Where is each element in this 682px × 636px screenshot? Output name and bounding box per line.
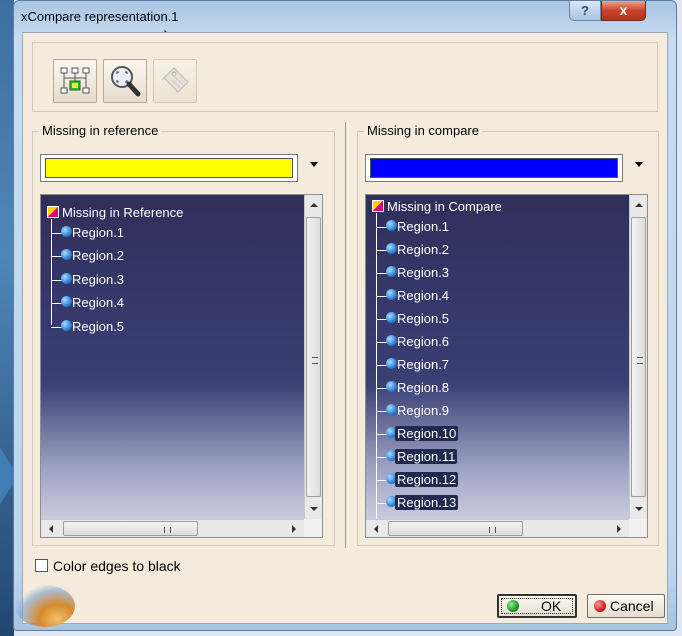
scroll-thumb[interactable]: III [63, 521, 198, 536]
scroll-thumb[interactable] [631, 217, 646, 497]
tree-structure-icon [60, 67, 90, 94]
scroll-right-icon[interactable] [617, 525, 621, 533]
grip-icon [637, 357, 643, 364]
reference-color-fill [45, 158, 293, 178]
tree-item-label: Region.10 [395, 426, 459, 441]
tree-item-label: Region.5 [72, 318, 125, 334]
ok-button[interactable]: OK [497, 594, 577, 618]
horizontal-scrollbar[interactable]: III [366, 519, 629, 537]
scroll-corner [304, 519, 322, 537]
scroll-thumb[interactable] [306, 217, 321, 497]
scroll-left-icon[interactable] [374, 525, 378, 533]
cancel-label: Cancel [610, 598, 654, 614]
grip-icon [312, 357, 318, 364]
missing-in-compare-tree[interactable]: Missing in Compare Region.1 Region.2 Regio… [365, 194, 648, 538]
grip-icon: III [489, 527, 496, 533]
chevron-down-icon[interactable] [635, 162, 643, 167]
tree-item-label: Region.3 [397, 265, 450, 280]
desktop-background [0, 0, 14, 636]
close-button[interactable]: x [601, 1, 646, 21]
tree-item-label: Region.5 [397, 311, 450, 326]
window-title: xCompare representation.1 [21, 9, 179, 24]
tree-item-label: Region.12 [395, 472, 459, 487]
missing-in-compare-group: Missing in compare Missing in Compare Re… [357, 123, 659, 546]
tree-item-label: Region.13 [395, 495, 459, 510]
missing-in-reference-group: Missing in reference Missing in Referenc… [32, 123, 335, 546]
ok-status-icon [507, 600, 519, 612]
help-button[interactable]: ? [569, 1, 601, 21]
title-bar[interactable]: xCompare representation.1 ? x [14, 1, 676, 31]
tree-connector [51, 219, 52, 325]
vertical-scrollbar[interactable] [304, 195, 322, 519]
zoom-fit-icon [111, 66, 141, 97]
tree-item-label: Region.4 [397, 288, 450, 303]
scroll-corner [629, 519, 647, 537]
tree-item-label: Region.1 [72, 225, 125, 240]
grip-icon: III [164, 527, 171, 533]
reference-color-swatch[interactable] [40, 154, 298, 182]
tree-root-label: Missing in Reference [62, 205, 184, 220]
scroll-up-icon[interactable] [310, 203, 318, 207]
toolbar [32, 42, 658, 112]
tree-item-label: Region.7 [397, 357, 450, 372]
scroll-down-icon[interactable] [310, 507, 318, 511]
reference-color-combo[interactable] [40, 154, 323, 182]
tree-item-label: Region.4 [72, 295, 125, 311]
logo-swirl [15, 585, 75, 627]
scroll-right-icon[interactable] [292, 525, 296, 533]
chevron-down-icon[interactable] [310, 162, 318, 167]
scroll-left-icon[interactable] [49, 525, 53, 533]
tree-item-label: Region.11 [395, 449, 458, 464]
tree-root-icon [47, 206, 59, 218]
compare-color-combo[interactable] [365, 154, 648, 182]
missing-in-reference-label: Missing in reference [39, 123, 162, 138]
missing-in-compare-label: Missing in compare [364, 123, 482, 138]
cancel-button[interactable]: Cancel [587, 594, 665, 618]
zoom-fit-button[interactable] [103, 59, 147, 103]
tree-item-label: Region.8 [397, 380, 450, 395]
tree-structure-button[interactable] [53, 59, 97, 103]
dialog-window: xCompare representation.1 ? x Missing in… [13, 0, 677, 631]
tag-icon [161, 67, 189, 93]
tree-item-label: Region.2 [397, 242, 450, 257]
color-edges-checkbox[interactable] [35, 559, 48, 572]
color-edges-label: Color edges to black [53, 558, 181, 574]
tree-root[interactable]: Missing in Compare [372, 199, 502, 214]
tree-root-label: Missing in Compare [387, 199, 502, 214]
compare-color-fill [370, 158, 618, 178]
tree-item-label: Region.2 [72, 248, 125, 264]
tree-root-icon [372, 200, 384, 212]
scroll-up-icon[interactable] [635, 203, 643, 207]
tree-item-label: Region.1 [397, 219, 450, 234]
cancel-status-icon [594, 600, 606, 612]
horizontal-scrollbar[interactable]: III [41, 519, 304, 537]
compare-color-swatch[interactable] [365, 154, 623, 182]
tree-connector [376, 213, 377, 523]
tree-item-label: Region.3 [72, 271, 125, 287]
tag-button[interactable] [153, 59, 197, 103]
tree-item-label: Region.6 [397, 334, 450, 349]
panel-divider [345, 122, 349, 548]
missing-in-reference-tree[interactable]: Missing in Reference Region.1 Region.2 Reg… [40, 194, 323, 538]
tree-root[interactable]: Missing in Reference [47, 205, 183, 220]
ok-label: OK [541, 598, 562, 614]
dialog-client-area: Missing in reference Missing in Referenc… [15, 32, 668, 627]
scroll-down-icon[interactable] [635, 507, 643, 511]
scroll-thumb[interactable]: III [388, 521, 523, 536]
tree-item-label: Region.9 [397, 403, 450, 418]
vertical-scrollbar[interactable] [629, 195, 647, 519]
